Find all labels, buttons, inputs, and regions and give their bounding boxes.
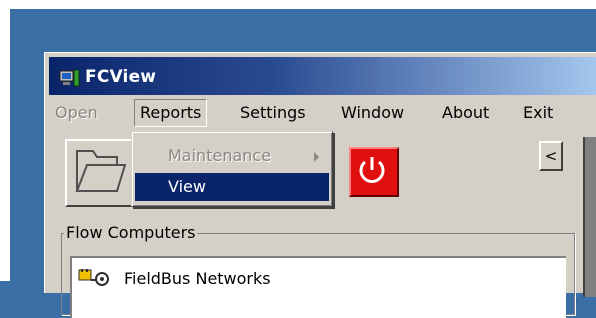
list-item-label: FieldBus Networks <box>124 269 271 288</box>
app-icon <box>59 69 80 87</box>
menu-about[interactable]: About <box>442 103 489 122</box>
menu-item-label: Maintenance <box>168 146 272 165</box>
power-button[interactable] <box>349 147 399 197</box>
flow-computers-group: Flow Computers FieldBus Networks <box>61 223 575 318</box>
menu-item-label: View <box>168 177 206 196</box>
reports-dropdown-menu: Maintenance View <box>131 131 333 207</box>
menu-bar: Open Reports Settings Window About Exit <box>49 99 596 127</box>
folder-icon <box>75 150 127 192</box>
submenu-arrow-icon <box>314 152 319 162</box>
menu-reports[interactable]: Reports <box>134 99 208 127</box>
network-icon <box>78 268 124 288</box>
list-item[interactable]: FieldBus Networks <box>78 268 271 288</box>
desktop-edge-left <box>0 9 10 281</box>
flow-computers-list: FieldBus Networks <box>70 256 566 318</box>
menu-exit[interactable]: Exit <box>523 103 553 122</box>
group-label: Flow Computers <box>64 223 198 242</box>
menu-settings[interactable]: Settings <box>240 103 306 122</box>
window-title: FCView <box>85 67 157 87</box>
side-panel <box>583 137 596 297</box>
menu-open[interactable]: Open <box>55 103 98 122</box>
power-icon <box>359 157 385 183</box>
menu-item-maintenance[interactable]: Maintenance <box>135 142 329 170</box>
menu-item-view[interactable]: View <box>135 173 329 201</box>
desktop-edge-top <box>0 0 596 9</box>
title-bar[interactable]: FCView <box>49 57 596 95</box>
open-toolbar-button[interactable] <box>65 139 135 207</box>
collapse-button[interactable]: < <box>539 141 563 171</box>
menu-window[interactable]: Window <box>341 103 404 122</box>
